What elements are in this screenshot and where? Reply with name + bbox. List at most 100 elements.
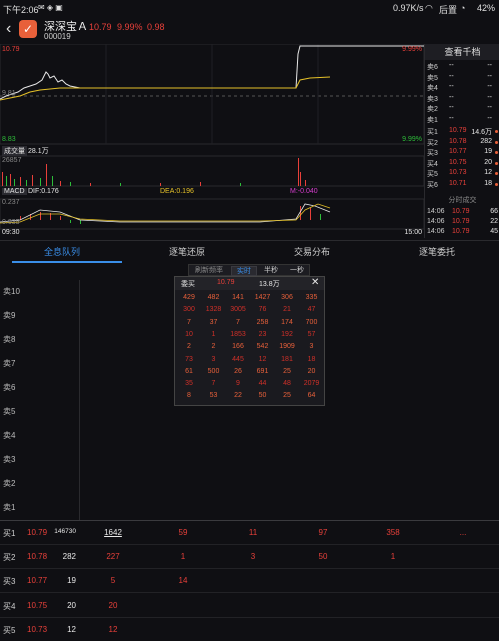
popup-order-cell: 700 bbox=[305, 318, 318, 326]
view-thousand-levels-button[interactable]: 查看千档 bbox=[425, 44, 499, 60]
sell-queue-row: 卖6 bbox=[0, 376, 80, 400]
queue-order-cell[interactable]: 20 bbox=[96, 601, 130, 610]
sell-level-label: 卖1 bbox=[427, 116, 438, 124]
tab-tick-restore[interactable]: 逐笔还原 bbox=[125, 241, 249, 263]
popup-order-cell: 53 bbox=[209, 392, 218, 400]
popup-order-cell: 25 bbox=[283, 367, 291, 375]
popup-order-cell: 2 bbox=[211, 343, 216, 351]
buy-level-label: 买1 bbox=[427, 129, 438, 136]
queue-order-cell[interactable]: 11 bbox=[236, 528, 270, 537]
freq-realtime[interactable]: 实时 bbox=[231, 266, 257, 276]
dif-line bbox=[0, 203, 331, 223]
queue-order-cell[interactable]: 14 bbox=[166, 576, 200, 585]
buy-level-volume: 282 bbox=[480, 137, 492, 145]
buy-level-volume: 12 bbox=[484, 169, 492, 176]
sell-level-volume: -- bbox=[487, 62, 492, 69]
queue-order-cell[interactable]: 97 bbox=[306, 528, 340, 537]
popup-total: 13.8万 bbox=[259, 281, 280, 288]
sell-level-row: 卖5 -- -- bbox=[425, 73, 499, 83]
popup-order-cell: 1 bbox=[211, 330, 216, 338]
buy-level-row: 买5 10.73 12 bbox=[425, 169, 499, 179]
queue-order-cell[interactable]: 5 bbox=[96, 576, 130, 585]
queue-order-cell[interactable]: 227 bbox=[96, 552, 130, 561]
buy-dot-icon bbox=[495, 172, 498, 175]
buy-queue-row[interactable]: 买1 10.79 146730 1642 59 11 97 358... bbox=[0, 521, 499, 545]
popup-order-cell: 3 bbox=[309, 343, 314, 351]
trade-volume: 66 bbox=[490, 208, 498, 215]
sell-level-price: -- bbox=[449, 114, 454, 122]
popup-order-cell: 542 bbox=[256, 343, 269, 351]
popup-order-cell: 57 bbox=[307, 330, 316, 338]
popup-order-cell: 26 bbox=[234, 367, 242, 375]
trade-row: 14:06 10.79 66 bbox=[425, 208, 499, 218]
tab-indicator bbox=[12, 261, 122, 263]
popup-side: 委买 bbox=[181, 281, 195, 288]
sell-level-price: -- bbox=[449, 83, 454, 90]
popup-order-cell: 25 bbox=[283, 392, 291, 400]
notification-icon: ✉ ◈ ▣ bbox=[38, 3, 63, 12]
trade-volume: 45 bbox=[490, 228, 498, 235]
close-icon[interactable]: ✕ bbox=[311, 277, 319, 288]
buy-queue-label: 买2 bbox=[3, 553, 16, 563]
queue-order-cell[interactable]: ... bbox=[446, 528, 480, 537]
intraday-chart[interactable]: 10.79 9.99% 9.81 8.83 9.99% 成交量 28.1万 26… bbox=[0, 44, 424, 237]
buy-queue-row[interactable]: 买4 10.75 20 20 bbox=[0, 594, 499, 618]
pct-high-label: 9.99% bbox=[402, 46, 422, 53]
buy-level-volume: 20 bbox=[484, 158, 492, 166]
tab-full-queue[interactable]: 全息队列 bbox=[0, 241, 124, 263]
buy-level-volume: 18 bbox=[484, 179, 492, 187]
buy-queue-volume: 282 bbox=[62, 552, 76, 562]
queue-order-cell[interactable]: 358 bbox=[376, 528, 410, 537]
trade-time: 14:06 bbox=[427, 218, 445, 225]
popup-order-cell: 1427 bbox=[254, 294, 271, 301]
sell-queue-label: 卖7 bbox=[3, 359, 16, 368]
queue-order-cell[interactable]: 1 bbox=[166, 552, 200, 561]
buy-queue-row[interactable]: 买3 10.77 19 5 14 bbox=[0, 569, 499, 594]
sell-queue-row: 卖5 bbox=[0, 400, 80, 424]
queue-order-cell[interactable]: 3 bbox=[236, 552, 270, 561]
tab-tick-orders[interactable]: 逐笔委托 bbox=[375, 241, 499, 263]
popup-order-cell: 300 bbox=[183, 306, 195, 314]
sell-queue-label: 卖8 bbox=[3, 335, 16, 344]
trade-row: 14:06 10.79 22 bbox=[425, 218, 499, 228]
queue-order-cell[interactable]: 1 bbox=[376, 552, 410, 561]
status-carrier: 后置 bbox=[439, 5, 458, 15]
buy-queue-price: 10.75 bbox=[27, 600, 48, 610]
sell-level-row: 卖6 -- -- bbox=[425, 62, 499, 72]
popup-order-cell: 44 bbox=[258, 380, 267, 388]
back-icon[interactable]: ‹ bbox=[6, 20, 11, 38]
buy-queue-volume: 12 bbox=[67, 624, 76, 634]
trades-title[interactable]: 分时成交 bbox=[425, 195, 499, 205]
freq-half-second[interactable]: 半秒 bbox=[259, 266, 283, 276]
tab-trade-distribution[interactable]: 交易分布 bbox=[250, 241, 374, 263]
status-battery: 42% bbox=[477, 3, 496, 13]
queue-order-cell[interactable]: 12 bbox=[96, 625, 130, 634]
dea-value: DEA:0.196 bbox=[160, 188, 194, 195]
buy-dot-icon bbox=[495, 182, 498, 186]
price-mid-label: 9.81 bbox=[2, 90, 16, 97]
trade-row: 14:06 10.79 45 bbox=[425, 228, 499, 238]
buy-level-row: 买6 10.71 18 bbox=[425, 180, 499, 190]
buy-queue-row[interactable]: 买2 10.78 282 227 1 3 50 1 bbox=[0, 545, 499, 570]
m-value: M:-0.040 bbox=[290, 188, 318, 195]
popup-order-cell: 21 bbox=[283, 306, 291, 314]
volume-value: 28.1万 bbox=[28, 148, 49, 155]
queue-order-cell[interactable]: 59 bbox=[166, 528, 200, 537]
sell-level-volume: -- bbox=[487, 104, 492, 111]
popup-order-cell: 691 bbox=[256, 367, 269, 375]
sell-queue-label: 卖1 bbox=[3, 503, 16, 512]
popup-order-cell: 2 bbox=[187, 343, 191, 351]
buy-queue-row[interactable]: 买5 10.73 12 12 bbox=[0, 618, 499, 641]
freq-one-second[interactable]: 一秒 bbox=[285, 266, 309, 276]
queue-order-cell[interactable]: 50 bbox=[306, 552, 340, 561]
popup-order-cell: 258 bbox=[256, 318, 269, 326]
average-line bbox=[0, 76, 331, 101]
popup-order-cell: 76 bbox=[258, 306, 267, 314]
buy-level-label: 买4 bbox=[427, 160, 438, 168]
popup-order-cell: 48 bbox=[283, 380, 291, 388]
popup-order-cell: 12 bbox=[258, 355, 267, 363]
queue-order-cell[interactable]: 1642 bbox=[96, 528, 130, 537]
macd-top: 0.237 bbox=[2, 199, 20, 206]
popup-order-cell: 1328 bbox=[205, 306, 222, 314]
popup-order-cell: 445 bbox=[232, 355, 244, 363]
